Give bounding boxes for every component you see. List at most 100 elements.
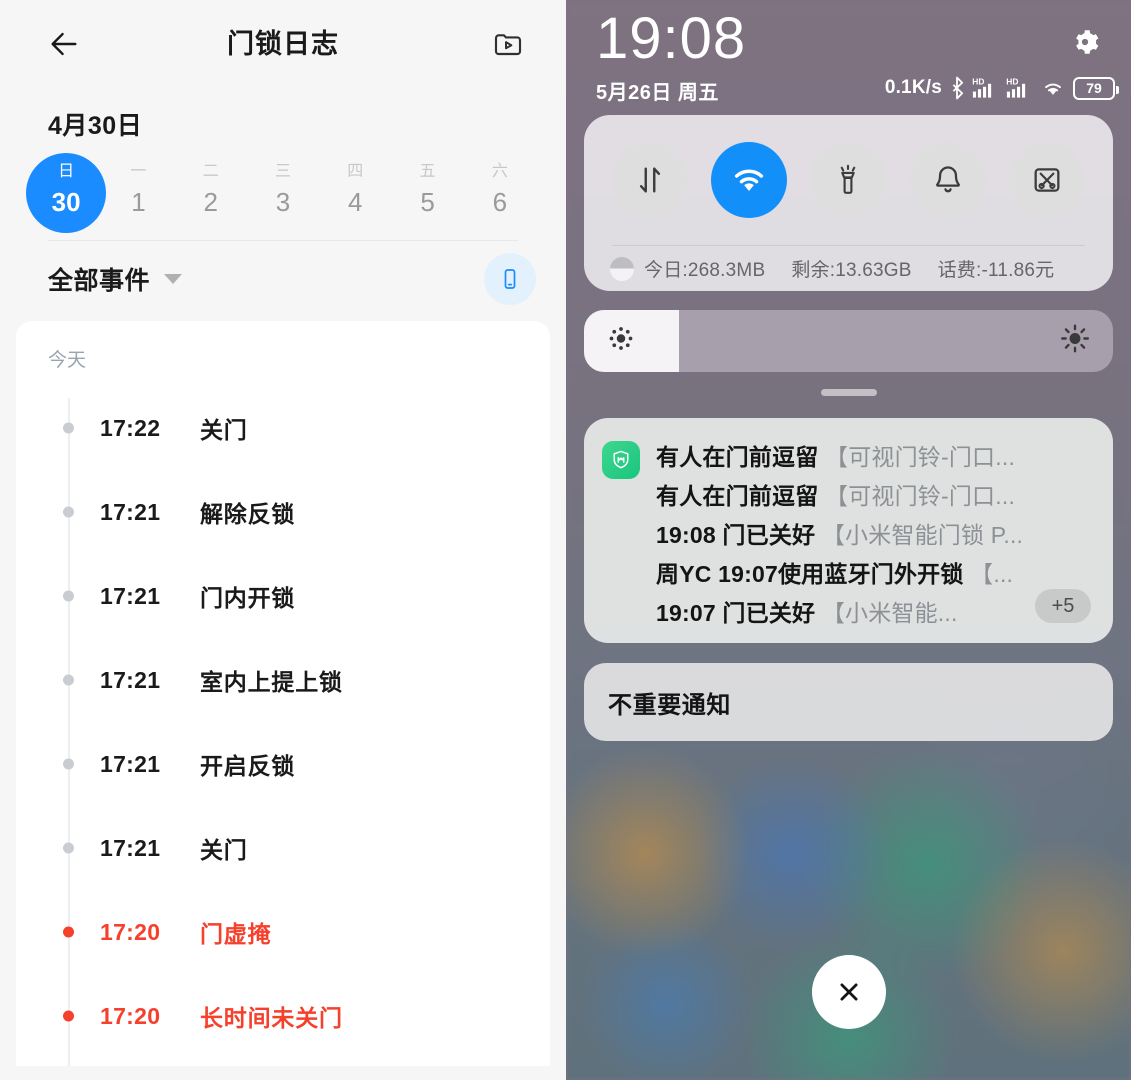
minor-notifications-title: 不重要通知 [608,691,731,719]
close-button[interactable] [811,955,886,1029]
video-folder-icon [494,34,522,56]
event-filter-label[interactable]: 全部事件 [48,261,150,297]
event-row[interactable]: 17:21 室内上提上锁 [16,638,550,722]
event-time: 17:21 [100,750,161,777]
event-name: 开启反锁 [200,753,296,779]
event-time: 17:20 [100,1002,161,1029]
weekday-label: 三 [274,163,291,180]
data-arrows-icon [639,167,660,193]
weekday-label: 日 [58,163,75,180]
event-time: 17:21 [100,666,161,693]
wifi-toggle[interactable] [711,142,788,218]
weekday-label: 二 [202,163,219,180]
event-time: 17:22 [100,414,161,441]
day-cell-3[interactable]: 三 3 [247,156,319,219]
flashlight-toggle[interactable] [810,142,887,218]
notification-sub-text: 【小米智能门锁 P... [821,522,1024,548]
day-cell-2[interactable]: 二 2 [175,156,247,219]
bluetooth-icon [952,76,964,100]
notification-line: 有人在门前逗留 【可视门铃-门口... [656,438,1095,477]
events-group-label: 今天 [48,350,87,371]
events-card: 今天 17:22 关门 17:21 解除反锁 17:21 门内开锁 17:21 … [16,321,550,1066]
notification-main-text: 19:07 门已关好 [656,600,822,626]
notification-inner: 有人在门前逗留 【可视门铃-门口... 有人在门前逗留 【可视门铃-门口... … [602,438,1095,633]
status-date: 5月26日 周五 [596,82,719,104]
event-row-alert[interactable]: 17:20 长时间未关门 [16,974,550,1058]
event-row[interactable]: 17:22 关门 [16,386,550,470]
day-number: 3 [275,187,291,217]
event-row[interactable]: 17:21 关门 [16,806,550,890]
smartphone-icon [504,269,516,289]
door-lock-log-screen: 门锁日志 4月30日 日 30 一 1 二 2 三 3 四 4 五 5 六 6 … [0,0,566,1080]
minor-notifications-card[interactable]: 不重要通知 [584,663,1113,741]
network-speed: 0.1K/s [884,77,942,98]
filter-row: 全部事件 [0,241,566,317]
account-balance: 话费:-11.86元 [937,260,1055,281]
weekday-label: 一 [130,163,147,180]
app-header: 门锁日志 [0,0,566,88]
settings-button[interactable] [1063,20,1107,64]
notification-line: 周YC 19:07使用蓝牙门外开锁 【... [656,555,1095,594]
day-number: 30 [51,187,81,217]
screenshot-root: 门锁日志 4月30日 日 30 一 1 二 2 三 3 四 4 五 5 六 6 … [0,0,1131,1080]
day-cell-30[interactable]: 日 30 [26,153,107,233]
notification-main-text: 19:08 门已关好 [656,522,822,548]
event-row[interactable]: 17:21 门内开锁 [16,554,550,638]
notification-line: 有人在门前逗留 【可视门铃-门口... [656,477,1095,516]
close-icon [840,983,857,1001]
video-records-button[interactable] [484,20,532,68]
battery-level: 79 [1086,80,1102,96]
screenshot-toggle[interactable] [1009,142,1086,218]
mi-home-app-icon [602,441,640,479]
event-time: 17:21 [100,582,161,609]
timeline-dot-icon [63,842,74,854]
day-cell-1[interactable]: 一 1 [102,156,174,219]
day-number: 1 [131,187,146,217]
day-cell-6[interactable]: 六 6 [464,156,536,219]
data-remaining: 剩余:13.63GB [791,260,912,281]
page-title: 门锁日志 [227,29,339,59]
quick-settings-toggles [584,115,1113,245]
ringtone-toggle[interactable] [909,142,986,218]
device-button[interactable] [484,253,536,305]
mobile-data-toggle[interactable] [611,142,688,218]
timeline-dot-icon [63,926,74,938]
notification-line: 19:07 门已关好 【小米智能... [656,594,1095,633]
brightness-slider[interactable] [584,310,1113,372]
weekday-label: 五 [419,163,436,180]
timeline-dot-icon [63,422,74,434]
event-time: 17:20 [100,918,161,945]
timeline-dot-icon [63,506,74,518]
events-timeline: 17:22 关门 17:21 解除反锁 17:21 门内开锁 17:21 室内上… [16,386,550,1066]
notification-sub-text: 【小米智能... [821,600,958,626]
day-cell-4[interactable]: 四 4 [319,156,391,219]
weekday-label: 四 [347,163,364,180]
hd-signal-icon: HD [1006,76,1026,98]
status-icons: 0.1K/s HD HD 79 [884,76,1119,100]
notification-group-card[interactable]: 有人在门前逗留 【可视门铃-门口... 有人在门前逗留 【可视门铃-门口... … [584,418,1113,643]
battery-indicator: 79 [1073,76,1119,100]
selected-date-title: 4月30日 [48,112,143,140]
timeline-dot-icon [63,1010,74,1022]
event-row[interactable]: 17:21 解除反锁 [16,470,550,554]
wifi-icon [1045,83,1061,95]
more-notifications-badge[interactable]: +5 [1035,589,1091,623]
timeline-dot-icon [63,590,74,602]
notification-main-text: 周YC 19:07使用蓝牙门外开锁 [656,561,971,587]
drag-handle[interactable] [820,389,877,396]
data-usage-row[interactable]: 今日:268.3MB 剩余:13.63GB 话费:-11.86元 [584,246,1113,291]
day-number: 2 [203,187,218,217]
notification-main-text: 有人在门前逗留 [656,483,825,509]
data-ball-icon [610,256,634,281]
week-strip: 日 30 一 1 二 2 三 3 四 4 五 5 六 6 [26,153,536,233]
event-row-alert[interactable]: 17:20 门虚掩 [16,890,550,974]
bell-icon [935,166,960,193]
chevron-down-icon[interactable] [164,274,183,284]
timeline-dot-icon [63,674,74,686]
day-number: 4 [348,187,363,217]
brightness-high-icon [1059,323,1091,360]
svg-text:HD: HD [1006,76,1018,86]
event-row[interactable]: 17:21 开启反锁 [16,722,550,806]
flashlight-icon [841,164,856,194]
day-cell-5[interactable]: 五 5 [391,156,463,219]
